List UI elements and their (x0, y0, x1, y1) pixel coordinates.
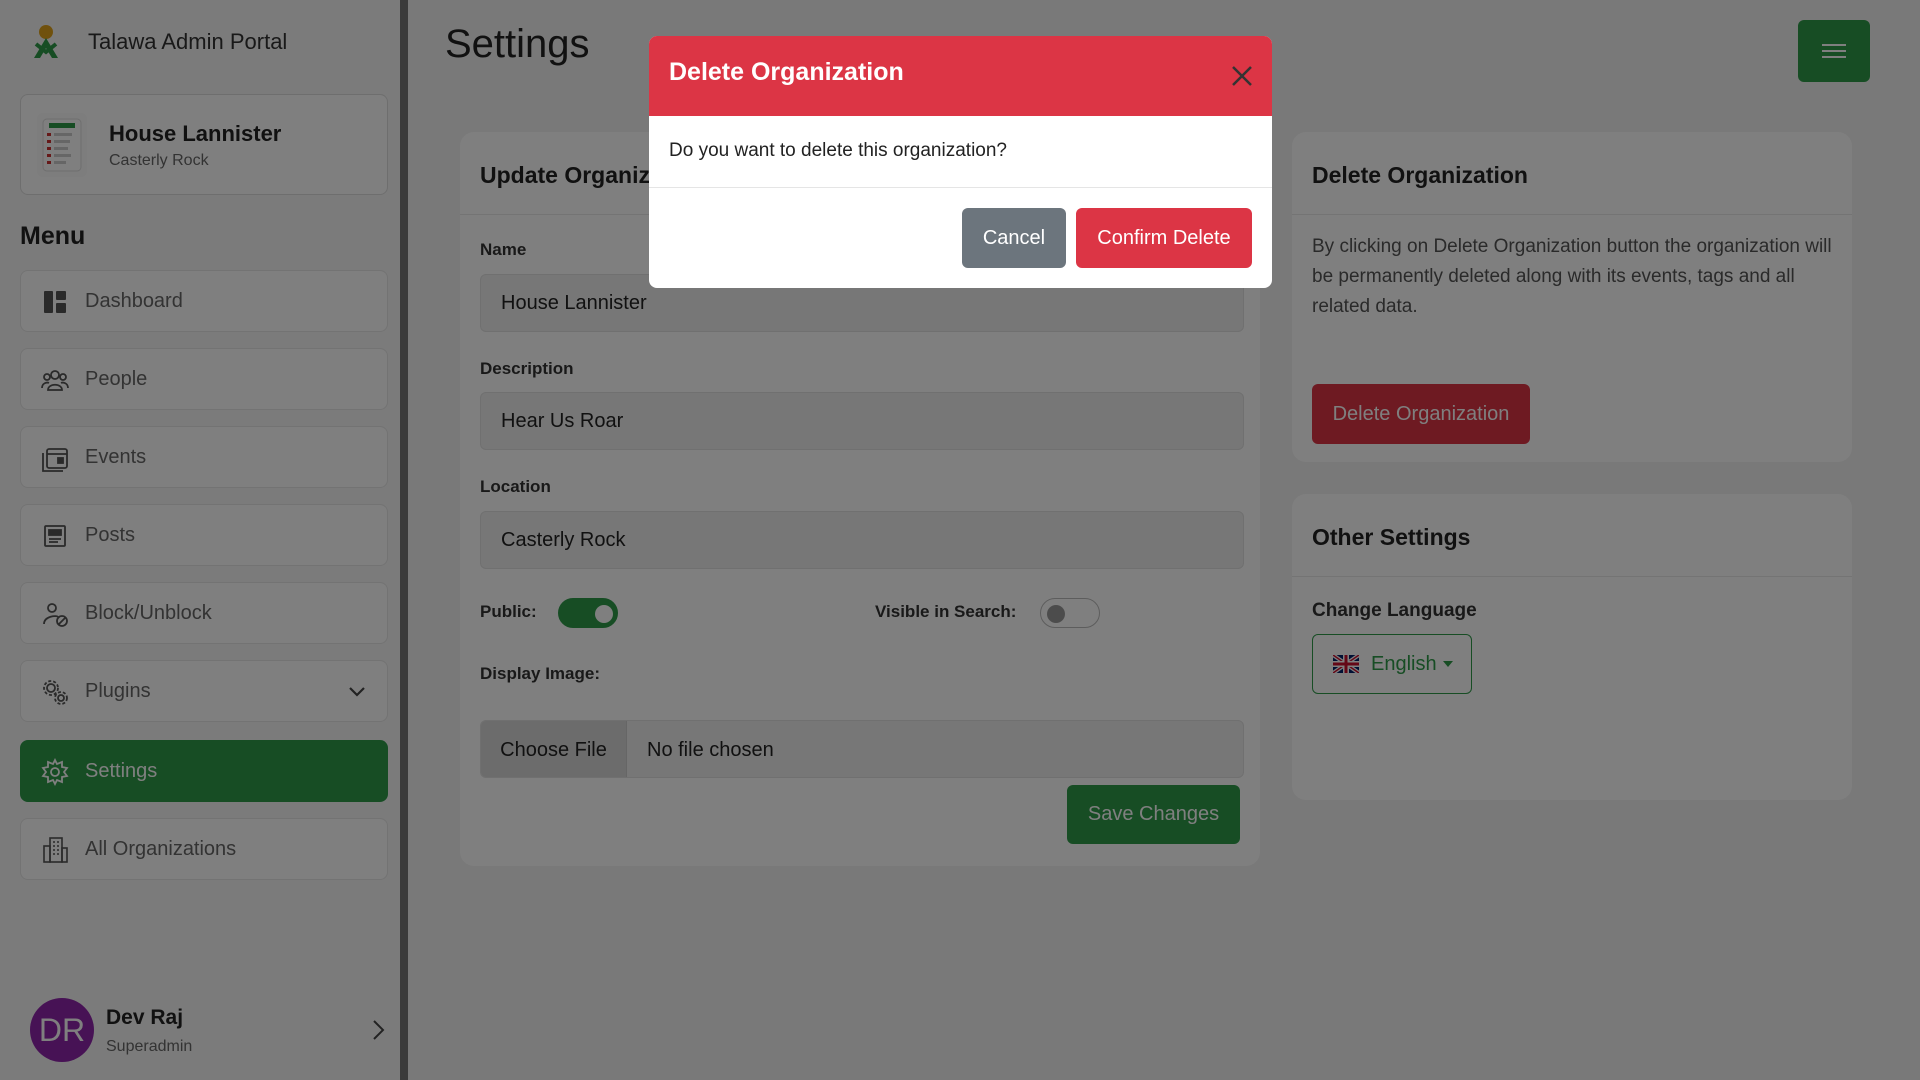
modal-title: Delete Organization (669, 58, 904, 86)
delete-organization-modal: Delete Organization Do you want to delet… (649, 36, 1272, 288)
modal-body-text: Do you want to delete this organization? (669, 140, 1007, 161)
close-icon[interactable] (1230, 64, 1254, 88)
cancel-button[interactable]: Cancel (962, 208, 1066, 268)
modal-divider (649, 187, 1272, 188)
modal-header: Delete Organization (649, 36, 1272, 116)
confirm-delete-button[interactable]: Confirm Delete (1076, 208, 1252, 268)
